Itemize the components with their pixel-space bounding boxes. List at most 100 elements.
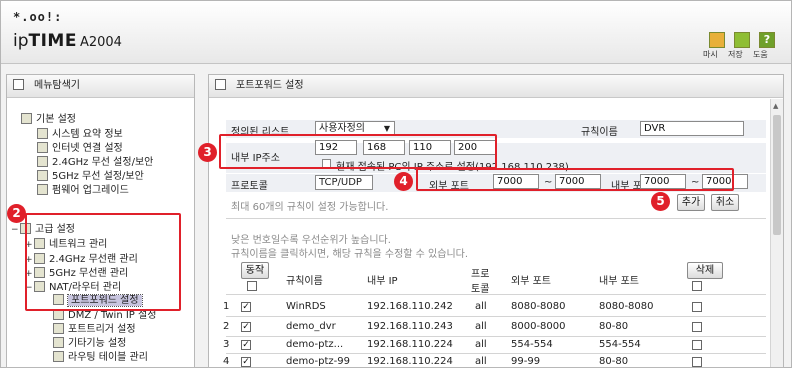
- row-enable-checkbox[interactable]: ✓: [241, 340, 251, 350]
- row-ext-port: 554-554: [511, 339, 553, 350]
- help-icon: ?: [759, 32, 775, 48]
- tree-item-routing-table[interactable]: 라우팅 테이블 관리: [53, 351, 148, 364]
- add-button[interactable]: 추가: [677, 194, 705, 211]
- tree-item-wifi5[interactable]: 5GHz 무선 설정/보안: [37, 170, 144, 183]
- tree-item-misc[interactable]: 기타기능 설정: [53, 337, 126, 350]
- row-delete-checkbox[interactable]: [692, 302, 702, 312]
- magnifier-icon: [13, 79, 24, 90]
- globe-icon: [37, 142, 48, 153]
- wireless-icon: [37, 156, 48, 167]
- annotation-number-3: 3: [198, 143, 217, 162]
- row-delete-checkbox[interactable]: [692, 357, 702, 367]
- rule-name-input[interactable]: DVR: [640, 121, 744, 136]
- save-button[interactable]: 저장: [728, 32, 756, 59]
- row-internal-ip: 192.168.110.242: [367, 301, 453, 312]
- row-internal-ip: 192.168.110.224: [367, 339, 453, 350]
- row-int-port: 554-554: [599, 339, 641, 350]
- row-number: 4: [223, 356, 230, 367]
- row-int-port: 8080-8080: [599, 301, 654, 312]
- scroll-up-icon: ▲: [773, 102, 779, 110]
- brand-dots: *.oo!:: [13, 10, 63, 24]
- row-rule-name[interactable]: demo-ptz-99: [286, 356, 350, 367]
- restart-button[interactable]: 마시: [703, 32, 731, 59]
- col-ext-port: 외부 포트: [511, 276, 551, 287]
- row-rule-name[interactable]: demo_dvr: [286, 321, 336, 332]
- col-internal-ip: 내부 IP: [367, 276, 398, 287]
- cancel-button[interactable]: 취소: [711, 194, 739, 211]
- edit-rule-note: 규칙이름을 클릭하시면, 해당 규칙을 수정할 수 있습니다.: [231, 249, 469, 260]
- row-ext-port: 8000-8000: [511, 321, 566, 332]
- page-icon: [53, 351, 64, 362]
- row-internal-ip: 192.168.110.243: [367, 321, 453, 332]
- brand-time: TIME: [28, 31, 77, 51]
- action-button[interactable]: 동작: [241, 262, 269, 279]
- firmware-icon: [37, 184, 48, 195]
- select-all-checkbox[interactable]: [247, 281, 257, 291]
- tree-item-system-summary[interactable]: 시스템 요약 정보: [37, 128, 123, 141]
- priority-note: 낮은 번호일수록 우선순위가 높습니다.: [231, 235, 391, 246]
- vertical-scrollbar[interactable]: ▲: [770, 99, 783, 367]
- folder-icon: [21, 113, 32, 124]
- divider: [226, 218, 766, 219]
- row-delete-checkbox[interactable]: [692, 322, 702, 332]
- model-name: A2004: [79, 35, 122, 50]
- max-rules-note: 최대 60개의 규칙이 설정 가능합니다.: [231, 202, 389, 213]
- protocol-select[interactable]: TCP/UDP: [315, 175, 373, 190]
- tree-item-internet-setup[interactable]: 인터넷 연결 설정: [37, 142, 123, 155]
- row-ext-port: 99-99: [511, 356, 541, 367]
- delete-all-checkbox[interactable]: [692, 281, 702, 291]
- row-protocol: all: [475, 301, 487, 312]
- col-protocol: 프로 토콜: [471, 269, 490, 295]
- brand-ip: ip: [13, 31, 29, 51]
- row-divider: [226, 316, 766, 317]
- row-rule-name[interactable]: WinRDS: [286, 301, 326, 312]
- save-icon: [734, 32, 750, 48]
- port-forward-panel: 포트포워드 설정 ▲ 정의된 리스트 사용자정의 ▼ 규칙이름 DVR 내부 IP…: [208, 74, 784, 368]
- annotation-number-2: 2: [7, 204, 26, 223]
- chart-icon: [37, 128, 48, 139]
- annotation-number-5: 5: [651, 192, 670, 211]
- annotation-box-3: [219, 134, 497, 169]
- col-rule-name: 규칙이름: [286, 276, 323, 287]
- table-header-divider: [226, 294, 766, 295]
- row-number: 1: [223, 301, 230, 312]
- row-enable-checkbox[interactable]: ✓: [241, 302, 251, 312]
- col-int-port: 내부 포트: [599, 276, 639, 287]
- row-protocol: all: [475, 339, 487, 350]
- wireless-icon: [37, 170, 48, 181]
- scrollbar-thumb[interactable]: [773, 115, 781, 235]
- tree-basic-settings[interactable]: 기본 설정: [21, 113, 76, 126]
- row-number: 3: [223, 339, 230, 350]
- rule-name-label: 규칙이름: [581, 127, 618, 138]
- protocol-label: 프로토콜: [231, 181, 268, 192]
- row-enable-checkbox[interactable]: ✓: [241, 357, 251, 367]
- menu-explorer-title: 메뉴탐색기: [7, 75, 194, 98]
- row-divider: [226, 353, 766, 354]
- row-int-port: 80-80: [599, 356, 629, 367]
- tree-item-firmware[interactable]: 펌웨어 업그레이드: [37, 184, 129, 197]
- page-icon: [53, 323, 64, 334]
- restart-icon: [709, 32, 725, 48]
- row-enable-checkbox[interactable]: ✓: [241, 322, 251, 332]
- tree-item-port-trigger[interactable]: 포트트리거 설정: [53, 323, 136, 336]
- row-protocol: all: [475, 356, 487, 367]
- port-forward-title: 포트포워드 설정: [209, 75, 783, 98]
- help-button[interactable]: ? 도움: [753, 32, 781, 59]
- brand-logo: ipTIME A2004: [13, 31, 122, 51]
- annotation-box-4: [416, 168, 734, 191]
- row-ext-port: 8080-8080: [511, 301, 566, 312]
- header-bar: *.oo!: ipTIME A2004 마시 저장 ? 도움: [1, 1, 791, 64]
- row-rule-name[interactable]: demo-ptz...: [286, 339, 343, 350]
- row-int-port: 80-80: [599, 321, 629, 332]
- delete-button[interactable]: 삭제: [687, 262, 723, 279]
- row-number: 2: [223, 321, 230, 332]
- tree-item-wifi24[interactable]: 2.4GHz 무선 설정/보안: [37, 156, 153, 169]
- annotation-box-2: [25, 213, 181, 311]
- row-delete-checkbox[interactable]: [692, 340, 702, 350]
- page-icon: [215, 79, 226, 90]
- annotation-number-4: 4: [394, 172, 413, 191]
- row-divider: [226, 336, 766, 337]
- row-internal-ip: 192.168.110.224: [367, 356, 453, 367]
- row-protocol: all: [475, 321, 487, 332]
- page-icon: [53, 337, 64, 348]
